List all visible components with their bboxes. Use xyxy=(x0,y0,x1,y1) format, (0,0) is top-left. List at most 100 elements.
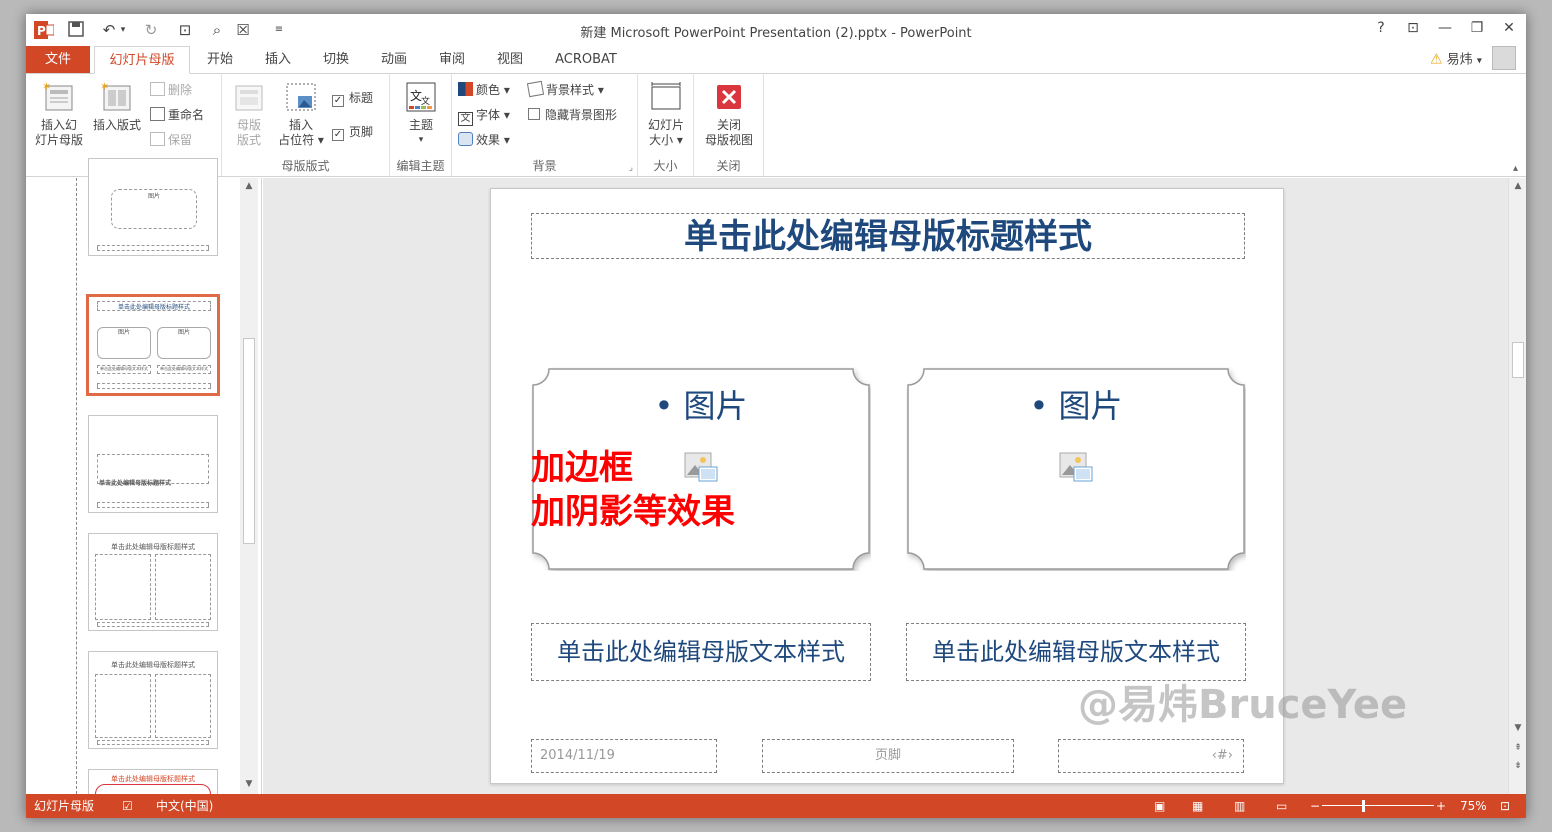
tab-home[interactable]: 开始 xyxy=(196,46,244,74)
tab-slide-master[interactable]: 幻灯片母版 xyxy=(94,46,190,74)
slide-size-button[interactable]: 幻灯片 大小 ▾ xyxy=(640,80,692,148)
delete-label: 删除 xyxy=(168,83,193,97)
minimize-button[interactable]: — xyxy=(1433,20,1457,36)
status-view-name: 幻灯片母版 xyxy=(34,799,95,813)
group-label-background: 背景 xyxy=(532,159,557,173)
tab-view[interactable]: 视图 xyxy=(486,46,534,74)
fonts-button[interactable]: 文字体 ▾ xyxy=(458,105,510,126)
insert-layout-button[interactable]: ✶ 插入版式 xyxy=(88,80,146,133)
group-background: 颜色 ▾ 文字体 ▾ 效果 ▾ 背景样式 ▾ 隐藏背景图形 ⌟ 背景 xyxy=(452,74,638,176)
thumbnail-scroll-thumb[interactable] xyxy=(243,338,255,544)
delete-button[interactable]: 删除 xyxy=(150,80,192,100)
preserve-button[interactable]: 保留 xyxy=(150,130,192,150)
hide-background-checkbox[interactable]: 隐藏背景图形 xyxy=(528,105,617,125)
next-slide-icon[interactable]: ⇟ xyxy=(1509,758,1526,774)
insert-picture-icon[interactable] xyxy=(1058,451,1094,485)
slide-size-icon xyxy=(649,80,683,114)
slide-editing-canvas: 单击此处编辑母版标题样式 • 图片 • 图片 单击此处编辑母版文本样式 单击此处… xyxy=(263,178,1508,794)
annotation-line-2: 加阴影等效果 xyxy=(531,492,735,532)
scroll-down-icon[interactable]: ▼ xyxy=(240,776,258,792)
layout-thumbnail-3[interactable]: 单击此处编辑母版标题样式 xyxy=(88,415,218,513)
footer-placeholder[interactable]: 页脚 xyxy=(762,739,1014,773)
thumbnail-scrollbar[interactable]: ▲ ▼ xyxy=(240,178,258,794)
picture-right-text: 图片 xyxy=(1058,387,1123,425)
slide-number-placeholder[interactable]: ‹#› xyxy=(1058,739,1244,773)
slide-sorter-view-icon[interactable]: ▦ xyxy=(1192,794,1203,818)
rename-button[interactable]: 重命名 xyxy=(150,105,204,125)
thumb-title-text: 单击此处编辑母版标题样式 xyxy=(111,661,195,669)
spelling-check-icon[interactable]: ☑ xyxy=(122,794,133,818)
status-bar: 幻灯片母版 ☑ 中文(中国) ▣ ▦ ▥ ▭ − + 75% ⊡ xyxy=(26,794,1526,818)
user-account[interactable]: ⚠ 易炜 ▾ xyxy=(1430,46,1516,72)
zoom-slider-thumb[interactable] xyxy=(1362,800,1365,812)
layout-thumbnail-4[interactable]: 单击此处编辑母版标题样式 xyxy=(88,533,218,631)
normal-view-icon[interactable]: ▣ xyxy=(1154,794,1165,818)
tab-review[interactable]: 审阅 xyxy=(428,46,476,74)
canvas-scroll-thumb[interactable] xyxy=(1512,342,1524,378)
thumb-title-text: 单击此处编辑母版标题样式 xyxy=(117,304,190,311)
themes-label: 主题 xyxy=(408,118,433,132)
themes-button[interactable]: 文文 主题 ▾ xyxy=(396,80,446,148)
tab-transitions[interactable]: 切换 xyxy=(312,46,360,74)
thumb-col-right xyxy=(155,554,211,620)
insert-layout-icon: ✶ xyxy=(100,80,134,114)
chevron-down-icon: ▾ xyxy=(1476,55,1482,67)
previous-slide-icon[interactable]: ⇞ xyxy=(1509,740,1526,756)
insert-placeholder-button[interactable]: 插入 占位符 ▾ xyxy=(274,80,328,148)
insert-slide-master-button[interactable]: ✶ 插入幻 灯片母版 xyxy=(30,80,88,148)
thumb-title-text: 单击此处编辑母版标题样式 xyxy=(111,543,195,551)
tab-animations[interactable]: 动画 xyxy=(370,46,418,74)
zoom-out-button[interactable]: − xyxy=(1310,794,1320,818)
date-placeholder[interactable]: 2014/11/19 xyxy=(531,739,717,773)
footer-checkbox[interactable]: ✓ 页脚 xyxy=(332,122,373,142)
tab-insert[interactable]: 插入 xyxy=(254,46,302,74)
title-checkbox[interactable]: ✓ 标题 xyxy=(332,88,373,108)
thumb-pic-label: 图片 xyxy=(147,193,160,200)
layout-thumbnail-1[interactable]: 图片 xyxy=(88,158,218,256)
picture-left-label: • 图片 xyxy=(654,387,748,425)
insert-placeholder-icon xyxy=(284,80,318,114)
background-styles-button[interactable]: 背景样式 ▾ xyxy=(526,80,604,100)
user-name: 易炜 xyxy=(1446,52,1473,68)
svg-text:✶: ✶ xyxy=(42,80,51,93)
group-label-size: 大小 xyxy=(653,159,678,173)
scroll-up-icon[interactable]: ▲ xyxy=(1509,178,1526,194)
colors-button[interactable]: 颜色 ▾ xyxy=(458,80,510,100)
picture-placeholder-right[interactable]: • 图片 xyxy=(906,367,1246,571)
layout-thumbnail-2[interactable]: 单击此处编辑母版标题样式 图片 图片 单击此处编辑母版文本样式 单击此处编辑母版… xyxy=(86,294,220,396)
close-master-view-button[interactable]: 关闭 母版视图 xyxy=(698,80,760,148)
maximize-button[interactable]: ❐ xyxy=(1465,20,1489,36)
tab-file[interactable]: 文件 xyxy=(26,46,90,74)
thumb-footer xyxy=(97,502,209,508)
fit-to-window-icon[interactable]: ⊡ xyxy=(1500,794,1510,818)
collapse-ribbon-icon[interactable]: ▴ xyxy=(1513,163,1518,174)
scroll-up-icon[interactable]: ▲ xyxy=(240,178,258,194)
fonts-icon: 文 xyxy=(458,112,473,126)
rename-icon xyxy=(150,107,165,121)
master-layout-button[interactable]: 母版 版式 xyxy=(226,80,272,148)
help-button[interactable]: ? xyxy=(1369,20,1393,36)
ribbon-display-options-button[interactable]: ⊡ xyxy=(1401,20,1425,36)
background-styles-label: 背景样式 ▾ xyxy=(546,83,604,97)
title-bar: P ↶ ▾ ↻ ⊡ ⌕ ☒ ≡ 新建 Microsoft PowerPoint … xyxy=(26,14,1526,46)
footer-checkbox-mark: ✓ xyxy=(332,129,344,141)
zoom-slider[interactable] xyxy=(1322,794,1434,818)
slide-show-view-icon[interactable]: ▭ xyxy=(1276,794,1287,818)
body-text-placeholder-left[interactable]: 单击此处编辑母版文本样式 xyxy=(531,623,871,681)
scroll-down-icon[interactable]: ▼ xyxy=(1509,720,1526,736)
effects-button[interactable]: 效果 ▾ xyxy=(458,130,510,150)
zoom-in-button[interactable]: + xyxy=(1436,794,1446,818)
themes-icon: 文文 xyxy=(404,80,438,114)
status-language[interactable]: 中文(中国) xyxy=(156,794,213,818)
reading-view-icon[interactable]: ▥ xyxy=(1234,794,1245,818)
zoom-level[interactable]: 75% xyxy=(1460,794,1487,818)
title-checkbox-label: 标题 xyxy=(349,91,374,105)
title-placeholder[interactable]: 单击此处编辑母版标题样式 xyxy=(531,213,1245,259)
group-label-master-layout: 母版版式 xyxy=(281,159,330,173)
layout-thumbnail-5[interactable]: 单击此处编辑母版标题样式 xyxy=(88,651,218,749)
hide-background-label: 隐藏背景图形 xyxy=(545,108,618,122)
canvas-vertical-scrollbar[interactable]: ▲ ▼ ⇞ ⇟ xyxy=(1508,178,1526,794)
tab-acrobat[interactable]: ACROBAT xyxy=(546,46,626,74)
master-layout-label: 母版 版式 xyxy=(236,118,261,147)
close-button[interactable]: ✕ xyxy=(1497,20,1521,36)
